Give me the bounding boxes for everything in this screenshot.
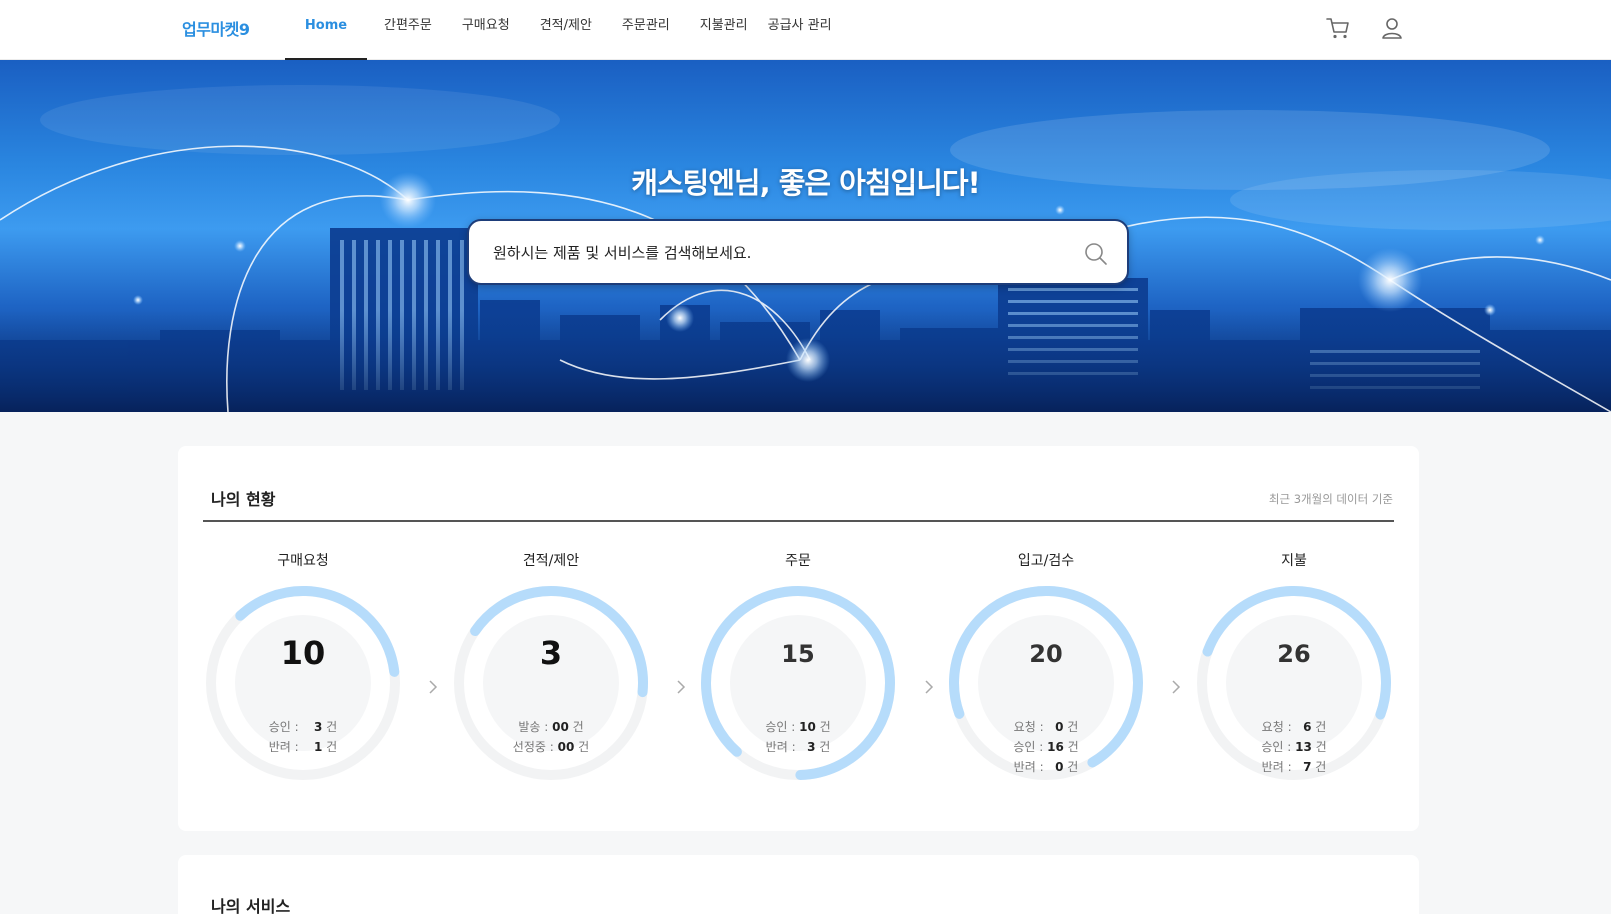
nav-order-management[interactable]: 주문관리 [611, 0, 681, 60]
divider [203, 520, 1394, 522]
stat-value: 3 [539, 634, 563, 672]
logo[interactable]: 업무마켓9 [182, 16, 250, 40]
stat-detail: 반려 : 7 건 [1261, 760, 1327, 774]
user-icon[interactable] [1378, 14, 1406, 42]
greeting-title: 캐스팅엔님, 좋은 아침입니다! [631, 166, 981, 200]
stat-value: 15 [781, 640, 815, 668]
stat-label: 입고/검수 [1017, 553, 1075, 569]
cart-icon[interactable] [1324, 14, 1352, 42]
stat-order[interactable]: 주문 15 승인 : 10 건 반려 : 3 건 [698, 542, 898, 792]
stat-detail: 승인 : 13 건 [1261, 740, 1327, 754]
chevron-right-icon [677, 680, 686, 694]
stat-detail: 반려 : 1 건 [268, 740, 338, 754]
stat-value: 26 [1277, 640, 1311, 668]
stat-purchase-request[interactable]: 구매요청 10 승인 : 3 건 반려 : 1 건 [203, 542, 403, 792]
stat-receiving-inspection[interactable]: 입고/검수 20 요청 : 0 건 승인 : 16 건 반려 : 0 건 [946, 542, 1146, 792]
chevron-right-icon [1172, 680, 1181, 694]
chevron-right-icon [429, 680, 438, 694]
stat-quote-proposal[interactable]: 견적/제안 3 발송 : 00 건 선정중 : 00 건 [451, 542, 651, 792]
stat-value: 10 [280, 634, 326, 672]
stat-label: 견적/제안 [522, 553, 580, 569]
nav-home[interactable]: Home [285, 0, 367, 60]
stat-detail: 발송 : 00 건 [518, 720, 584, 734]
search-icon[interactable] [1083, 241, 1109, 267]
main-nav: Home 간편주문 구매요청 견적/제안 주문관리 지불관리 공급사 관리 [285, 0, 843, 60]
stat-label: 주문 [785, 553, 811, 569]
services-title: 나의 서비스 [211, 897, 291, 914]
my-services-card: 나의 서비스 [178, 855, 1419, 914]
stat-detail: 승인 : 3 건 [268, 720, 338, 734]
nav-quick-order[interactable]: 간편주문 [373, 0, 443, 60]
stat-label: 지불 [1281, 553, 1307, 569]
hero-banner: 캐스팅엔님, 좋은 아침입니다! [0, 60, 1611, 412]
search-box [467, 219, 1129, 285]
my-status-card: 나의 현황 최근 3개월의 데이터 기준 구매요청 10 승인 : 3 건 반려… [178, 446, 1419, 831]
stat-payment[interactable]: 지불 26 요청 : 6 건 승인 : 13 건 반려 : 7 건 [1194, 542, 1394, 792]
top-header: 업무마켓9 Home 간편주문 구매요청 견적/제안 주문관리 지불관리 공급사… [0, 0, 1611, 60]
stat-detail: 승인 : 16 건 [1013, 740, 1079, 754]
stat-detail: 반려 : 3 건 [765, 740, 831, 754]
stat-value: 20 [1029, 640, 1063, 668]
nav-payment-management[interactable]: 지불관리 [689, 0, 759, 60]
search-input[interactable] [493, 241, 1053, 265]
stat-label: 구매요청 [277, 553, 329, 569]
nav-purchase-request[interactable]: 구매요청 [451, 0, 521, 60]
stat-detail: 선정중 : 00 건 [512, 740, 590, 754]
chevron-right-icon [925, 680, 934, 694]
stat-detail: 요청 : 0 건 [1013, 720, 1079, 734]
nav-supplier-management[interactable]: 공급사 관리 [757, 0, 843, 60]
status-title: 나의 현황 [211, 490, 276, 509]
stat-detail: 요청 : 6 건 [1261, 720, 1327, 734]
nav-quote-proposal[interactable]: 견적/제안 [529, 0, 603, 60]
stat-detail: 반려 : 0 건 [1013, 760, 1079, 774]
status-note: 최근 3개월의 데이터 기준 [1268, 492, 1393, 506]
stat-detail: 승인 : 10 건 [765, 720, 831, 734]
